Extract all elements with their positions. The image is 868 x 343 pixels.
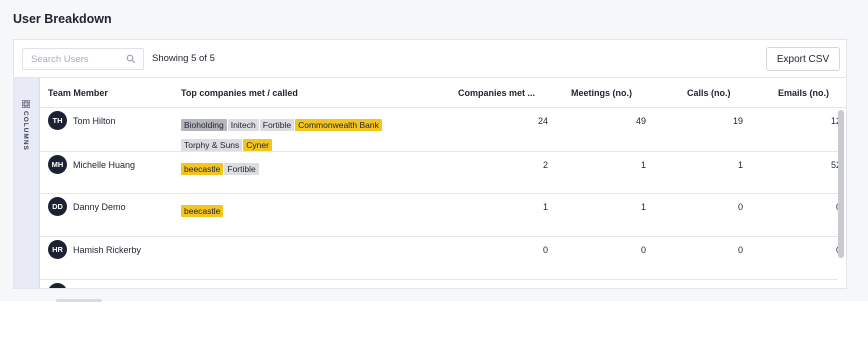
company-tag: Torphy & Suns (181, 139, 243, 151)
calls-value: 0 (737, 202, 743, 212)
table-row[interactable]: MH Michelle Huang beecastle Fortible 2 1 … (40, 152, 841, 194)
meetings-value: 1 (640, 202, 646, 212)
company-tag: beecastle (181, 205, 224, 217)
company-tag: Initech (227, 119, 259, 131)
emails-value: 12 (830, 116, 841, 126)
toolbar: Showing 5 of 5 Export CSV (14, 40, 846, 78)
table-row[interactable]: DD Danny Demo beecastle 1 1 0 0 (40, 194, 841, 237)
company-tags: Bioholding Initech Fortible Commonwealth Ba… (181, 115, 421, 155)
columns-label: COLUMNS (22, 111, 29, 151)
emails-value: 52 (830, 160, 841, 170)
member-name: Tom Hilton (73, 116, 116, 126)
search-icon[interactable] (126, 54, 136, 64)
user-breakdown-panel: Showing 5 of 5 Export CSV COLUMNS Team M… (13, 39, 847, 289)
member-name: Danny Demo (73, 202, 126, 212)
export-csv-button[interactable]: Export CSV (766, 47, 840, 71)
company-tags: beecastle (181, 201, 421, 221)
companies-met-value: 24 (537, 116, 548, 126)
avatar: HR (48, 240, 67, 259)
columns-panel-toggle[interactable]: COLUMNS (14, 78, 40, 288)
header-top-companies[interactable]: Top companies met / called (181, 88, 298, 98)
member-name: Hamish Rickerby (73, 245, 142, 255)
table-row[interactable]: TH Tom Hilton Bioholding Initech Fortible C… (40, 108, 841, 155)
company-tag: beecastle (181, 163, 224, 175)
data-grid: Team Member Top companies met / called C… (40, 78, 846, 288)
avatar: DD (48, 197, 67, 216)
header-team-member[interactable]: Team Member (48, 88, 108, 98)
meetings-value: 1 (640, 160, 646, 170)
search-box[interactable] (22, 48, 144, 70)
company-tag: Commonwealth Bank (295, 119, 382, 131)
meetings-value: 0 (640, 245, 646, 255)
grid-icon (22, 100, 30, 108)
company-tag: Fortible (259, 119, 295, 131)
search-input[interactable] (23, 49, 123, 69)
table-row[interactable]: HR Hamish Rickerby 0 0 0 0 (40, 237, 841, 280)
header-companies-met[interactable]: Companies met ... (458, 88, 535, 98)
companies-met-value: 2 (542, 160, 548, 170)
calls-value: 0 (737, 245, 743, 255)
calls-value: 1 (737, 160, 743, 170)
vertical-scrollbar[interactable] (838, 110, 844, 258)
header-emails[interactable]: Emails (no.) (778, 88, 829, 98)
horizontal-scrollbar[interactable] (56, 299, 102, 302)
company-tag: Bioholding (181, 119, 227, 131)
member-name: Michelle Huang (73, 160, 136, 170)
company-tag: Cyner (243, 139, 272, 151)
page-title: User Breakdown (13, 12, 112, 26)
emails-value: 0 (801, 245, 841, 255)
company-tags: beecastle Fortible (181, 159, 421, 179)
company-tag: Fortible (224, 163, 259, 175)
row-count-label: Showing 5 of 5 (152, 53, 215, 64)
table-header: Team Member Top companies met / called C… (40, 78, 846, 108)
companies-met-value: 0 (542, 245, 548, 255)
header-calls[interactable]: Calls (no.) (687, 88, 731, 98)
avatar: MH (48, 155, 67, 174)
header-meetings[interactable]: Meetings (no.) (571, 88, 632, 98)
companies-met-value: 1 (542, 202, 548, 212)
emails-value: 0 (801, 202, 841, 212)
avatar (48, 283, 67, 288)
avatar: TH (48, 111, 67, 130)
meetings-value: 49 (635, 116, 646, 126)
table-row[interactable] (40, 280, 838, 288)
calls-value: 19 (732, 116, 743, 126)
